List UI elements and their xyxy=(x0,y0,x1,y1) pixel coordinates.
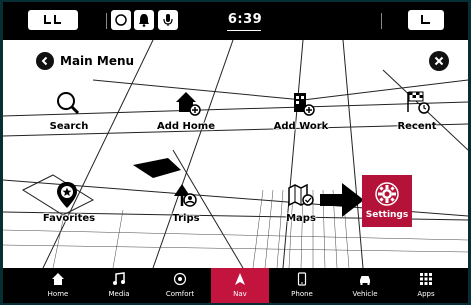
nav-apps[interactable]: Apps xyxy=(397,268,455,303)
recent-flag-icon xyxy=(377,88,457,120)
tile-favorites-label: Favorites xyxy=(42,213,96,224)
notification-pill[interactable] xyxy=(134,10,154,30)
search-icon xyxy=(29,88,109,120)
status-separator xyxy=(106,13,107,29)
clock-underline xyxy=(227,30,261,31)
music-note-icon xyxy=(90,272,148,288)
tile-recent[interactable]: Recent xyxy=(377,88,457,144)
nav-nav[interactable]: Nav xyxy=(211,268,269,303)
clock: 6:39 xyxy=(227,12,263,27)
tile-add-home-label: Add Home xyxy=(157,121,215,132)
nav-phone[interactable]: Phone xyxy=(273,268,331,303)
nav-nav-label: Nav xyxy=(233,290,247,298)
back-chevron-icon xyxy=(36,52,54,70)
device-frame: 6:39 Main Menu Search Add Home Add Work … xyxy=(0,0,471,305)
close-icon xyxy=(434,56,444,66)
tile-search-label: Search xyxy=(49,121,89,132)
add-work-icon xyxy=(261,88,341,120)
nav-comfort[interactable]: Comfort xyxy=(151,268,209,303)
status-separator xyxy=(381,13,382,29)
tile-search[interactable]: Search xyxy=(29,88,109,144)
favorites-star-icon xyxy=(29,180,109,212)
climate-icon xyxy=(151,272,209,288)
nav-comfort-label: Comfort xyxy=(165,290,195,298)
tile-settings[interactable]: Settings xyxy=(362,175,412,227)
tile-trips-label: Trips xyxy=(172,213,200,224)
nav-phone-label: Phone xyxy=(291,290,313,298)
tile-settings-label: Settings xyxy=(365,210,409,220)
microphone-icon xyxy=(163,14,173,26)
tile-add-home[interactable]: Add Home xyxy=(146,88,226,144)
close-button[interactable] xyxy=(429,51,449,71)
heated-seat-icon xyxy=(44,15,61,24)
nav-home-label: Home xyxy=(47,290,69,298)
heated-seat-icon xyxy=(421,15,430,24)
nav-vehicle[interactable]: Vehicle xyxy=(336,268,394,303)
nav-media-label: Media xyxy=(108,290,130,298)
nav-apps-label: Apps xyxy=(417,290,435,298)
voice-pill[interactable] xyxy=(158,10,178,30)
climate-pill[interactable] xyxy=(111,10,131,30)
add-home-icon xyxy=(146,88,226,120)
seat-heater-pill[interactable] xyxy=(28,10,78,30)
nav-home[interactable]: Home xyxy=(29,268,87,303)
map-building xyxy=(133,158,181,178)
infotainment-screen: 6:39 Main Menu Search Add Home Add Work … xyxy=(3,2,468,303)
pointer-arrow-icon xyxy=(320,183,364,217)
main-menu-back-button[interactable]: Main Menu xyxy=(36,51,134,71)
tile-add-work-label: Add Work xyxy=(273,121,329,132)
bell-icon xyxy=(139,14,149,27)
trips-icon xyxy=(146,180,226,212)
nav-vehicle-label: Vehicle xyxy=(352,290,378,298)
settings-gear-icon xyxy=(375,182,399,206)
phone-icon xyxy=(273,272,331,288)
car-icon xyxy=(336,272,394,288)
tile-add-work[interactable]: Add Work xyxy=(261,88,341,144)
auto-climate-icon xyxy=(115,14,127,26)
navigation-arrow-icon xyxy=(211,272,269,288)
navigation-map[interactable]: Main Menu Search Add Home Add Work Recen… xyxy=(3,40,468,268)
nav-media[interactable]: Media xyxy=(90,268,148,303)
home-icon xyxy=(29,272,87,288)
tile-recent-label: Recent xyxy=(397,121,437,132)
tile-favorites[interactable]: Favorites xyxy=(29,180,109,236)
main-menu-title: Main Menu xyxy=(60,54,135,68)
status-bar: 6:39 xyxy=(3,2,468,40)
passenger-seat-pill[interactable] xyxy=(408,10,444,30)
bottom-nav-bar: Home Media Comfort Nav Phone Vehicle App… xyxy=(3,268,468,303)
apps-grid-icon xyxy=(397,272,455,288)
tile-trips[interactable]: Trips xyxy=(146,180,226,236)
